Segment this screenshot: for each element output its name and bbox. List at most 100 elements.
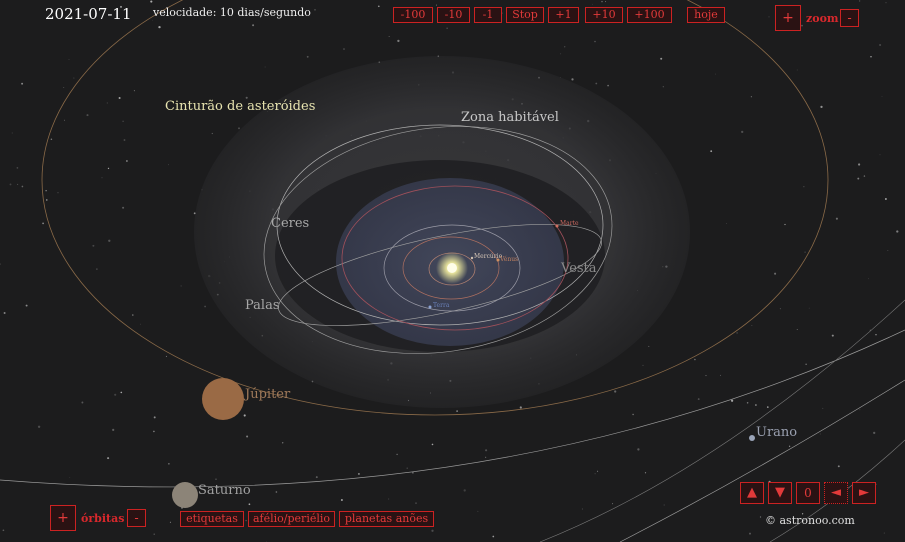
aphelion-toggle-button[interactable]: afélio/periélio: [248, 511, 335, 527]
star: [885, 2, 887, 4]
terra-planet[interactable]: [428, 305, 432, 309]
star: [168, 164, 169, 166]
star: [266, 540, 267, 542]
star: [165, 355, 167, 357]
star: [896, 230, 899, 233]
stop-button[interactable]: Stop: [506, 7, 544, 23]
star: [804, 251, 806, 253]
sun-core: [447, 263, 457, 273]
zoom-in-button[interactable]: +: [775, 5, 801, 31]
star: [642, 364, 644, 366]
star: [126, 160, 128, 162]
mercurio-planet[interactable]: [470, 256, 474, 260]
speed-minus100-button[interactable]: -100: [393, 7, 433, 23]
speed-readout: velocidade: 10 dias/segundo: [153, 6, 311, 19]
star: [601, 0, 603, 3]
star: [796, 328, 798, 330]
star: [730, 399, 734, 402]
star: [357, 472, 360, 475]
today-button[interactable]: hoje: [687, 7, 725, 23]
speed-minus1-button[interactable]: -1: [474, 7, 502, 23]
rotate-right-button[interactable]: ►: [852, 482, 876, 504]
zoom-out-button[interactable]: -: [840, 9, 859, 27]
star: [106, 102, 108, 104]
star: [112, 428, 115, 432]
venus-label: Vénus: [500, 256, 519, 263]
star: [0, 263, 1, 265]
speed-plus10-button[interactable]: +10: [585, 7, 623, 23]
labels-toggle-button[interactable]: etiquetas: [180, 511, 244, 527]
dwarf-planets-toggle-button[interactable]: planetas anões: [339, 511, 434, 527]
star: [741, 130, 744, 134]
habitable-zone-label: Zona habitável: [461, 110, 559, 125]
star: [150, 0, 153, 3]
star: [759, 516, 762, 518]
star: [25, 304, 28, 307]
star: [180, 285, 182, 287]
star: [803, 186, 805, 188]
marte-planet[interactable]: [555, 224, 559, 228]
star: [153, 430, 155, 433]
star: [477, 510, 479, 512]
star: [857, 177, 860, 180]
speed-plus100-button[interactable]: +100: [627, 7, 672, 23]
saturno-planet[interactable]: [172, 482, 198, 508]
star: [243, 414, 246, 417]
star: [17, 183, 19, 185]
star: [153, 416, 156, 419]
star: [45, 190, 47, 192]
star: [766, 406, 769, 408]
star: [211, 132, 213, 135]
star: [594, 473, 596, 475]
star: [118, 96, 121, 100]
current-date: 2021-07-11: [45, 5, 132, 23]
tilt-down-button[interactable]: ▼: [768, 482, 792, 504]
tilt-up-button[interactable]: ▲: [740, 482, 764, 504]
angle-display: 0: [796, 482, 820, 504]
star: [122, 206, 125, 209]
orbits-plus-button[interactable]: +: [50, 505, 76, 531]
star: [169, 521, 171, 523]
star: [281, 442, 284, 444]
rotate-left-button[interactable]: ◄: [824, 482, 848, 504]
star: [63, 119, 65, 121]
orbits-minus-button[interactable]: -: [127, 509, 146, 527]
solar-system-canvas: [0, 0, 905, 542]
star: [415, 502, 417, 504]
star: [837, 465, 840, 468]
star: [492, 535, 495, 538]
speed-plus1-button[interactable]: +1: [548, 7, 579, 23]
star: [73, 77, 75, 79]
star: [107, 167, 110, 170]
star: [597, 470, 599, 472]
star: [726, 223, 727, 224]
star: [485, 449, 488, 452]
star: [42, 222, 45, 225]
star: [446, 27, 448, 29]
star: [697, 398, 700, 401]
star: [204, 305, 206, 308]
speed-minus10-button[interactable]: -10: [437, 7, 470, 23]
star: [431, 443, 434, 446]
star: [133, 90, 135, 92]
star: [705, 375, 707, 377]
star: [710, 150, 713, 153]
star: [751, 325, 753, 326]
star: [69, 477, 71, 478]
star: [564, 46, 566, 48]
star: [431, 529, 434, 532]
star: [720, 374, 721, 376]
star: [9, 183, 12, 186]
ceres-label: Ceres: [271, 216, 310, 231]
star: [820, 105, 823, 109]
urano-planet[interactable]: [749, 435, 755, 441]
orbits-label: órbitas: [81, 512, 125, 525]
star: [46, 199, 48, 201]
star: [388, 36, 390, 37]
star: [377, 5, 380, 8]
star: [607, 84, 609, 87]
star: [485, 456, 487, 458]
star: [86, 114, 89, 117]
star: [875, 333, 877, 336]
jupiter-planet[interactable]: [202, 378, 244, 420]
